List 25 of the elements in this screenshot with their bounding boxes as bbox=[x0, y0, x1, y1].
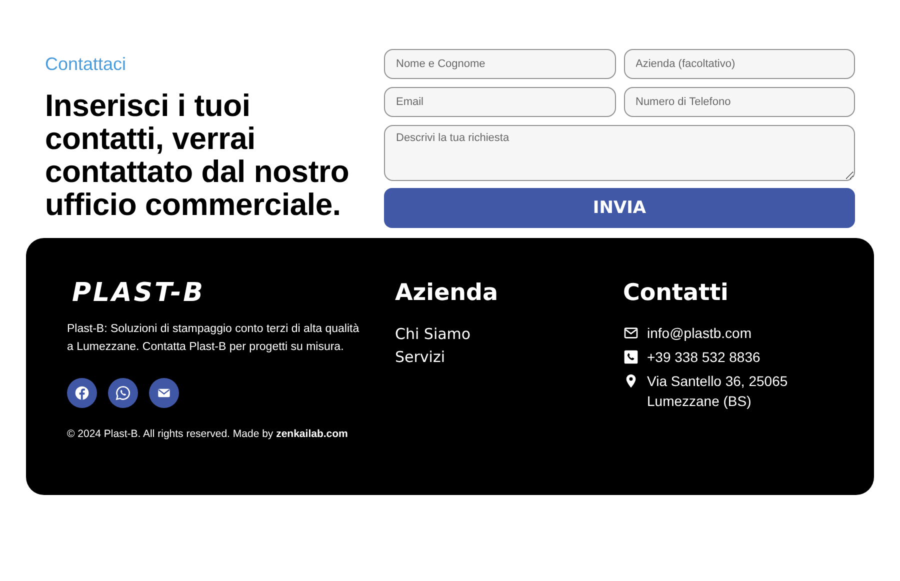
credit-link[interactable]: zenkailab.com bbox=[276, 428, 348, 440]
submit-button[interactable]: INVIA bbox=[384, 188, 855, 228]
address-text: Via Santello 36, 25065 Lumezzane (BS) bbox=[647, 372, 789, 411]
social-link[interactable] bbox=[149, 378, 179, 408]
phone-icon bbox=[623, 349, 639, 365]
footer-description: Plast-B: Soluzioni di stampaggio conto terzi di alta qualità a Lumezzane. Contatta Plast-B per progetti su misura. bbox=[67, 322, 360, 355]
input-field[interactable]: Email bbox=[384, 87, 616, 117]
section-heading: Inserisci i tuoi contatti, verrai contattato dal nostro ufficio commerciale. bbox=[45, 89, 350, 221]
footer-link[interactable]: Servizi bbox=[395, 346, 446, 369]
envelope-icon bbox=[623, 325, 639, 341]
copyright-text: © 2024 Plast-B. All rights reserved. Made by zenkailab.com bbox=[67, 428, 349, 440]
input-field[interactable]: Numero di Telefono bbox=[624, 87, 855, 117]
footer-link[interactable]: Chi Siamo bbox=[395, 323, 471, 346]
contact-text: +39 338 532 8836 bbox=[647, 348, 762, 367]
column-heading: Azienda bbox=[395, 279, 500, 308]
input-field[interactable]: Nome e Cognome bbox=[384, 49, 616, 79]
column-heading: Contatti bbox=[623, 279, 730, 308]
social-link[interactable] bbox=[67, 378, 97, 408]
chat-bubble-icon bbox=[113, 383, 133, 403]
message-field[interactable]: Descrivi la tua richiesta bbox=[384, 125, 855, 181]
contact-text: info@plastb.com bbox=[647, 324, 752, 343]
section-label: Contattaci bbox=[45, 54, 128, 75]
logo: PLAST-B bbox=[72, 278, 205, 308]
input-field[interactable]: Azienda (facoltativo) bbox=[624, 49, 855, 79]
social-link[interactable] bbox=[108, 378, 138, 408]
